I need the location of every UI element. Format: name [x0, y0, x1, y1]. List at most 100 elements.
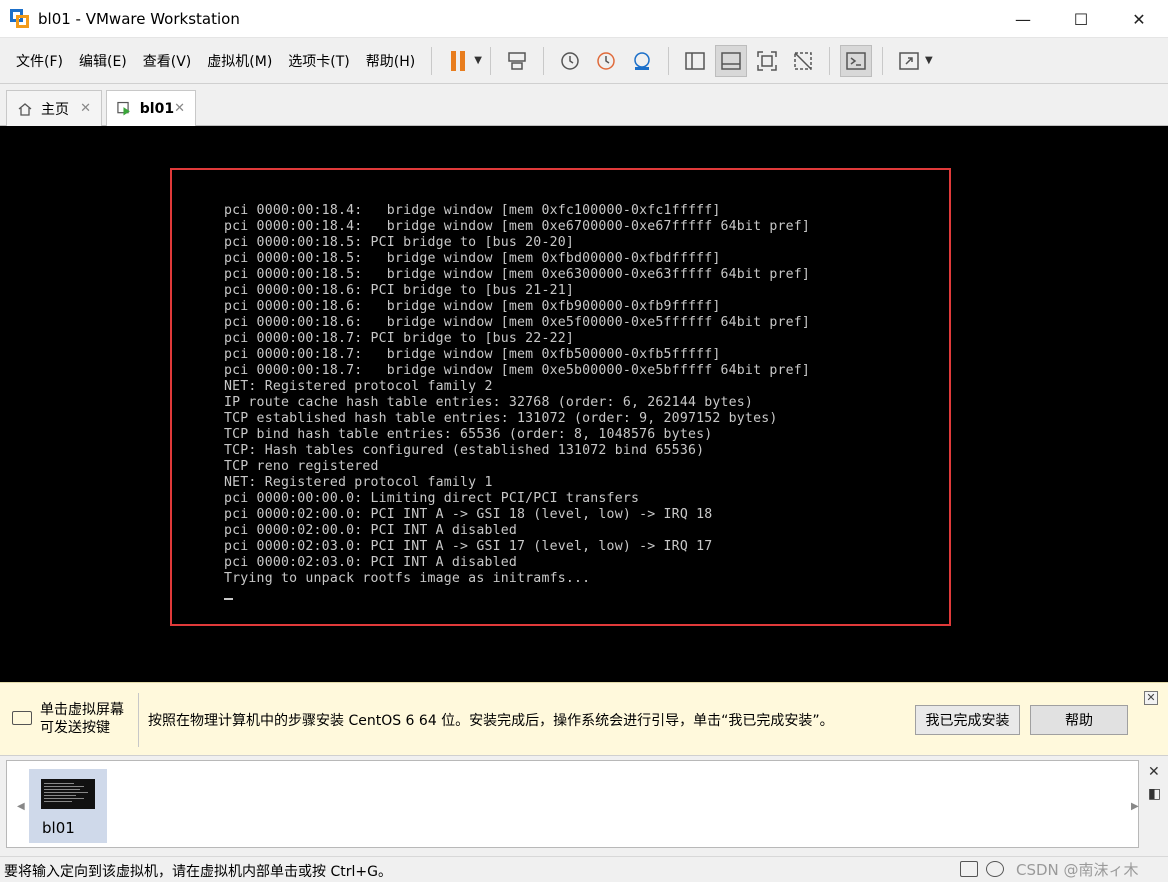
console-line: pci 0000:02:00.0: PCI INT A -> GSI 18 (l…: [224, 507, 713, 522]
console-view-icon: [846, 51, 866, 70]
status-text: 要将输入定向到该虚拟机，请在虚拟机内部单击或按 Ctrl+G。: [4, 864, 392, 880]
console-line: pci 0000:00:18.5: bridge window [mem 0xf…: [224, 251, 721, 266]
tab-home-label: 主页: [41, 101, 69, 118]
console-line: TCP: Hash tables configured (established…: [224, 443, 705, 458]
hint-message: 按照在物理计算机中的步骤安装 CentOS 6 64 位。安装完成后，操作系统会…: [148, 713, 834, 729]
hint-left-line1: 单击虚拟屏幕: [40, 702, 124, 718]
pause-button[interactable]: [442, 45, 474, 77]
hint-left-line2: 可发送按键: [40, 720, 110, 736]
pause-dropdown-icon[interactable]: ▼: [474, 55, 482, 66]
console-line: IP route cache hash table entries: 32768…: [224, 395, 754, 410]
minimize-button[interactable]: —: [994, 0, 1052, 38]
snapshot-icon: [561, 51, 579, 70]
console-line: TCP bind hash table entries: 65536 (orde…: [224, 427, 713, 442]
tab-home[interactable]: 主页 ✕: [6, 90, 102, 126]
install-hint-bar: 单击虚拟屏幕 可发送按键 按照在物理计算机中的步骤安装 CentOS 6 64 …: [0, 682, 1168, 756]
toolbar-separator: [431, 46, 433, 75]
console-line: pci 0000:00:18.7: bridge window [mem 0xf…: [224, 347, 721, 362]
vm-thumbnail-label: bl01: [42, 819, 75, 837]
console-line: NET: Registered protocol family 2: [224, 379, 493, 394]
menu-edit[interactable]: 编辑(E): [71, 51, 135, 71]
menu-help[interactable]: 帮助(H): [358, 51, 423, 71]
stretch-button[interactable]: [893, 45, 925, 77]
status-bar: 要将输入定向到该虚拟机，请在虚拟机内部单击或按 Ctrl+G。 CSDN @南沫…: [0, 856, 1168, 882]
console-line: pci 0000:02:03.0: PCI INT A disabled: [224, 555, 518, 570]
console-line: pci 0000:00:18.4: bridge window [mem 0xf…: [224, 203, 721, 218]
console-line: pci 0000:02:03.0: PCI INT A -> GSI 17 (l…: [224, 539, 713, 554]
unity-button[interactable]: [787, 45, 819, 77]
console-line: NET: Registered protocol family 1: [224, 475, 493, 490]
csdn-watermark: CSDN @南沫ィ木: [1016, 861, 1139, 879]
vmware-logo-icon: [10, 8, 30, 29]
fullscreen-button[interactable]: [751, 45, 783, 77]
hard-disk-icon[interactable]: [960, 861, 978, 877]
thumbnail-bar-pin-icon[interactable]: ◧: [1148, 786, 1161, 802]
library-view-button[interactable]: [679, 45, 711, 77]
snapshot-manager-button[interactable]: [626, 45, 658, 77]
menu-bar: 文件(F) 编辑(E) 查看(V) 虚拟机(M) 选项卡(T) 帮助(H) ▼ …: [0, 38, 1168, 84]
console-line: TCP established hash table entries: 1310…: [224, 411, 778, 426]
home-icon: [18, 102, 32, 116]
toolbar-separator: [667, 46, 669, 75]
thumbnail-view-button[interactable]: [714, 44, 747, 77]
send-ctrl-alt-del-button[interactable]: [501, 45, 533, 77]
toolbar-separator: [489, 46, 491, 75]
console-line: pci 0000:00:18.6: bridge window [mem 0xf…: [224, 299, 721, 314]
scroll-left-icon[interactable]: ◀: [17, 801, 25, 812]
console-cursor: [224, 598, 233, 600]
console-line: pci 0000:00:00.0: Limiting direct PCI/PC…: [224, 491, 640, 506]
snapshot-manager-icon: [634, 51, 650, 70]
vm-console[interactable]: pci 0000:00:18.4: bridge window [mem 0xf…: [0, 126, 1168, 682]
console-line: pci 0000:00:18.4: bridge window [mem 0xe…: [224, 219, 811, 234]
thumbnail-bar: ◀ bl01 ▶ ✕ ◧: [0, 756, 1168, 856]
tab-home-close-icon[interactable]: ✕: [80, 101, 91, 116]
maximize-button[interactable]: ☐: [1052, 0, 1110, 38]
hint-close-icon[interactable]: ✕: [1144, 691, 1158, 705]
console-view-button[interactable]: [839, 44, 872, 77]
console-line: pci 0000:02:00.0: PCI INT A disabled: [224, 523, 518, 538]
library-view-icon: [685, 51, 705, 70]
vm-thumbnail[interactable]: bl01: [29, 769, 107, 843]
menu-view[interactable]: 查看(V): [135, 51, 200, 71]
console-line: pci 0000:00:18.5: PCI bridge to [bus 20-…: [224, 235, 575, 250]
stretch-icon: [899, 51, 919, 70]
scroll-right-icon[interactable]: ▶: [1131, 801, 1139, 812]
cd-dvd-icon[interactable]: [986, 861, 1004, 877]
revert-snapshot-button[interactable]: [590, 45, 622, 77]
revert-snapshot-icon: [597, 51, 615, 70]
tab-bl01-label: bl01: [139, 100, 175, 117]
close-button[interactable]: ✕: [1110, 0, 1168, 38]
menu-tabs[interactable]: 选项卡(T): [280, 51, 357, 71]
thumbnail-view-icon: [721, 51, 741, 70]
console-line: pci 0000:00:18.7: PCI bridge to [bus 22-…: [224, 331, 575, 346]
stretch-dropdown-icon[interactable]: ▼: [925, 55, 933, 66]
keyboard-icon: [12, 711, 32, 725]
fullscreen-icon: [757, 50, 777, 71]
unity-icon: [794, 51, 812, 70]
console-line: pci 0000:00:18.5: bridge window [mem 0xe…: [224, 267, 811, 282]
toolbar-separator: [828, 46, 830, 75]
tab-bl01-close-icon[interactable]: ✕: [174, 101, 185, 116]
snapshot-button[interactable]: [554, 45, 586, 77]
thumbnail-panel: ◀ bl01 ▶: [6, 760, 1139, 848]
console-line: Trying to unpack rootfs image as initram…: [224, 571, 591, 586]
title-bar: bl01 - VMware Workstation — ☐ ✕: [0, 0, 1168, 38]
vm-play-icon: [117, 101, 130, 115]
tab-bl01[interactable]: bl01 ✕: [106, 90, 196, 126]
toolbar-separator: [542, 46, 544, 75]
window-title: bl01 - VMware Workstation: [38, 9, 240, 28]
console-line: TCP reno registered: [224, 459, 379, 474]
menu-vm[interactable]: 虚拟机(M): [199, 51, 280, 71]
installation-done-button[interactable]: 我已完成安装: [915, 705, 1020, 735]
console-line: pci 0000:00:18.7: bridge window [mem 0xe…: [224, 363, 811, 378]
help-button[interactable]: 帮助: [1030, 705, 1128, 735]
thumbnail-bar-close-icon[interactable]: ✕: [1148, 764, 1160, 780]
console-line: pci 0000:00:18.6: bridge window [mem 0xe…: [224, 315, 811, 330]
tab-bar: 主页 ✕ bl01 ✕: [0, 84, 1168, 126]
hint-click-to-send-keys[interactable]: 单击虚拟屏幕 可发送按键: [40, 701, 124, 737]
send-ctrl-alt-del-icon: [508, 51, 526, 70]
pause-icon: [451, 50, 466, 71]
menu-file[interactable]: 文件(F): [8, 51, 71, 71]
console-output: pci 0000:00:18.4: bridge window [mem 0xf…: [224, 203, 810, 587]
console-line: pci 0000:00:18.6: PCI bridge to [bus 21-…: [224, 283, 575, 298]
